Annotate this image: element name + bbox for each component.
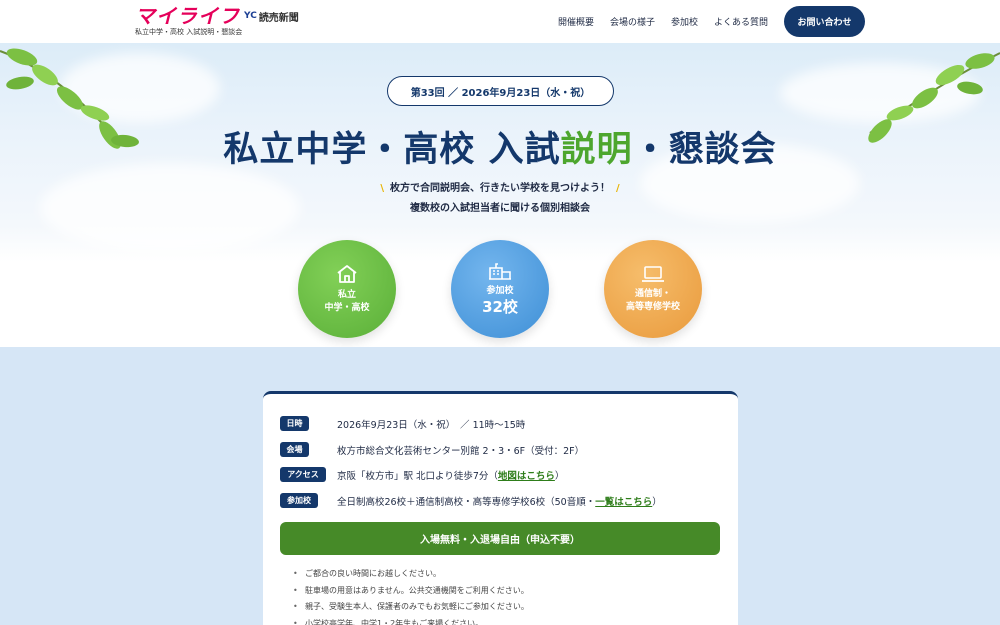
info-row-access: アクセス 京阪「枚方市」駅 北口より徒歩7分（地図はこちら） <box>280 467 564 482</box>
nav-overview[interactable]: 開催概要 <box>558 15 594 28</box>
notes-list: ご都合の良い時間にお越しください。 駐車場の用意はありません。公共交通機関をご利… <box>293 566 529 625</box>
title-highlight: 説明 <box>560 130 633 170</box>
access-text-end: ） <box>554 470 565 482</box>
list-item: 親子、受験生本人、保護者のみでもお気軽にご参加ください。 <box>293 599 529 616</box>
edition-date-pill: 第33回 ／ 2026年9月23日（水・祝） <box>387 76 614 106</box>
site-logo[interactable]: マイライフ YC 読売新聞 私立中学・高校 入試説明・懇談会 <box>135 6 299 36</box>
feature-correspondence-schools: 通信制・ 高等専修学校 <box>604 240 702 338</box>
tag-date: 日時 <box>280 416 309 431</box>
house-icon <box>337 264 357 283</box>
partner-name: 読売新聞 <box>258 12 299 24</box>
feature-label-2: 高等専修学校 <box>625 301 680 312</box>
site-header: マイライフ YC 読売新聞 私立中学・高校 入試説明・懇談会 開催概要 会場の様… <box>0 0 1000 43</box>
hero-section: 第33回 ／ 2026年9月23日（水・祝） 私立中学・高校 入試説明・懇談会 … <box>0 43 1000 347</box>
value-access: 京阪「枚方市」駅 北口より徒歩7分（地図はこちら） <box>337 468 564 482</box>
schools-text-end: ） <box>652 496 662 508</box>
main-nav: 開催概要 会場の様子 参加校 よくある質問 お問い合わせ <box>558 6 865 37</box>
access-text: 京阪「枚方市」駅 北口より徒歩7分（ <box>337 470 498 482</box>
feature-participating-schools: 参加校 32校 <box>451 240 549 338</box>
feature-private-schools: 私立 中学・高校 <box>298 240 396 338</box>
partner-logo: YC 読売新聞 <box>244 9 299 24</box>
event-info-card: 日時 2026年9月23日（水・祝） ／ 11時〜15時 会場 枚方市総合文化芸… <box>263 391 738 625</box>
feature-label-2: 中学・高校 <box>324 302 370 313</box>
laptop-icon <box>642 265 664 282</box>
tagline-line-2: 複数校の入試担当者に聞ける個別相談会 <box>410 203 590 214</box>
tagline: \ 枚方で合同説明会、行きたい学校を見つけよう！ / 複数校の入試担当者に聞ける個別… <box>0 179 1000 219</box>
value-venue: 枚方市総合文化芸術センター別館 2・3・6F（受付：2F） <box>337 445 585 457</box>
tag-schools: 参加校 <box>280 493 318 508</box>
value-date: 2026年9月23日（水・祝） ／ 11時〜15時 <box>337 419 526 431</box>
info-row-date: 日時 2026年9月23日（水・祝） ／ 11時〜15時 <box>280 416 525 431</box>
feature-label-1: 通信制・ <box>634 288 671 299</box>
page-title: 私立中学・高校 入試説明・懇談会 <box>0 121 1000 172</box>
feature-circles: 私立 中学・高校 参加校 32校 通信制・ 高等専修学校 <box>0 240 1000 340</box>
school-list-link[interactable]: 一覧はこちら <box>595 497 652 508</box>
list-item: 駐車場の用意はありません。公共交通機関をご利用ください。 <box>293 583 529 600</box>
list-item: 小学校高学年、中学1・2年生もご来場ください。 <box>293 616 529 625</box>
logo-subtitle: 私立中学・高校 入試説明・懇談会 <box>135 28 243 36</box>
free-admission-button[interactable]: 入場無料・入退場自由（申込不要） <box>280 522 720 555</box>
schools-text: 全日制高校26校＋通信制高校・高等専修学校6校（50音順・ <box>337 496 596 508</box>
feature-label: 参加校 <box>486 286 514 296</box>
info-row-schools: 参加校 全日制高校26校＋通信制高校・高等専修学校6校（50音順・一覧はこちら） <box>280 493 662 508</box>
nav-faq[interactable]: よくある質問 <box>714 15 768 28</box>
info-row-venue: 会場 枚方市総合文化芸術センター別館 2・3・6F（受付：2F） <box>280 442 584 457</box>
title-part-1: 私立中学・高校 入試 <box>223 130 561 170</box>
slash-left-icon: \ <box>380 183 384 194</box>
tagline-line-1: 枚方で合同説明会、行きたい学校を見つけよう！ <box>390 183 610 194</box>
value-schools: 全日制高校26校＋通信制高校・高等専修学校6校（50音順・一覧はこちら） <box>337 494 662 508</box>
logo-text: マイライフ <box>135 4 240 28</box>
slash-right-icon: / <box>616 183 620 194</box>
feature-label-1: 私立 <box>337 289 356 300</box>
school-count: 32校 <box>482 298 518 316</box>
nav-schools[interactable]: 参加校 <box>671 15 698 28</box>
tag-access: アクセス <box>280 467 326 482</box>
title-part-2: ・懇談会 <box>632 130 777 170</box>
list-item: ご都合の良い時間にお越しください。 <box>293 566 529 583</box>
contact-button[interactable]: お問い合わせ <box>784 6 865 37</box>
tag-venue: 会場 <box>280 442 309 457</box>
nav-venue-photos[interactable]: 会場の様子 <box>610 15 655 28</box>
map-link[interactable]: 地図はこちら <box>498 471 555 482</box>
building-icon <box>489 263 511 280</box>
yc-mark-icon: YC <box>244 11 257 21</box>
